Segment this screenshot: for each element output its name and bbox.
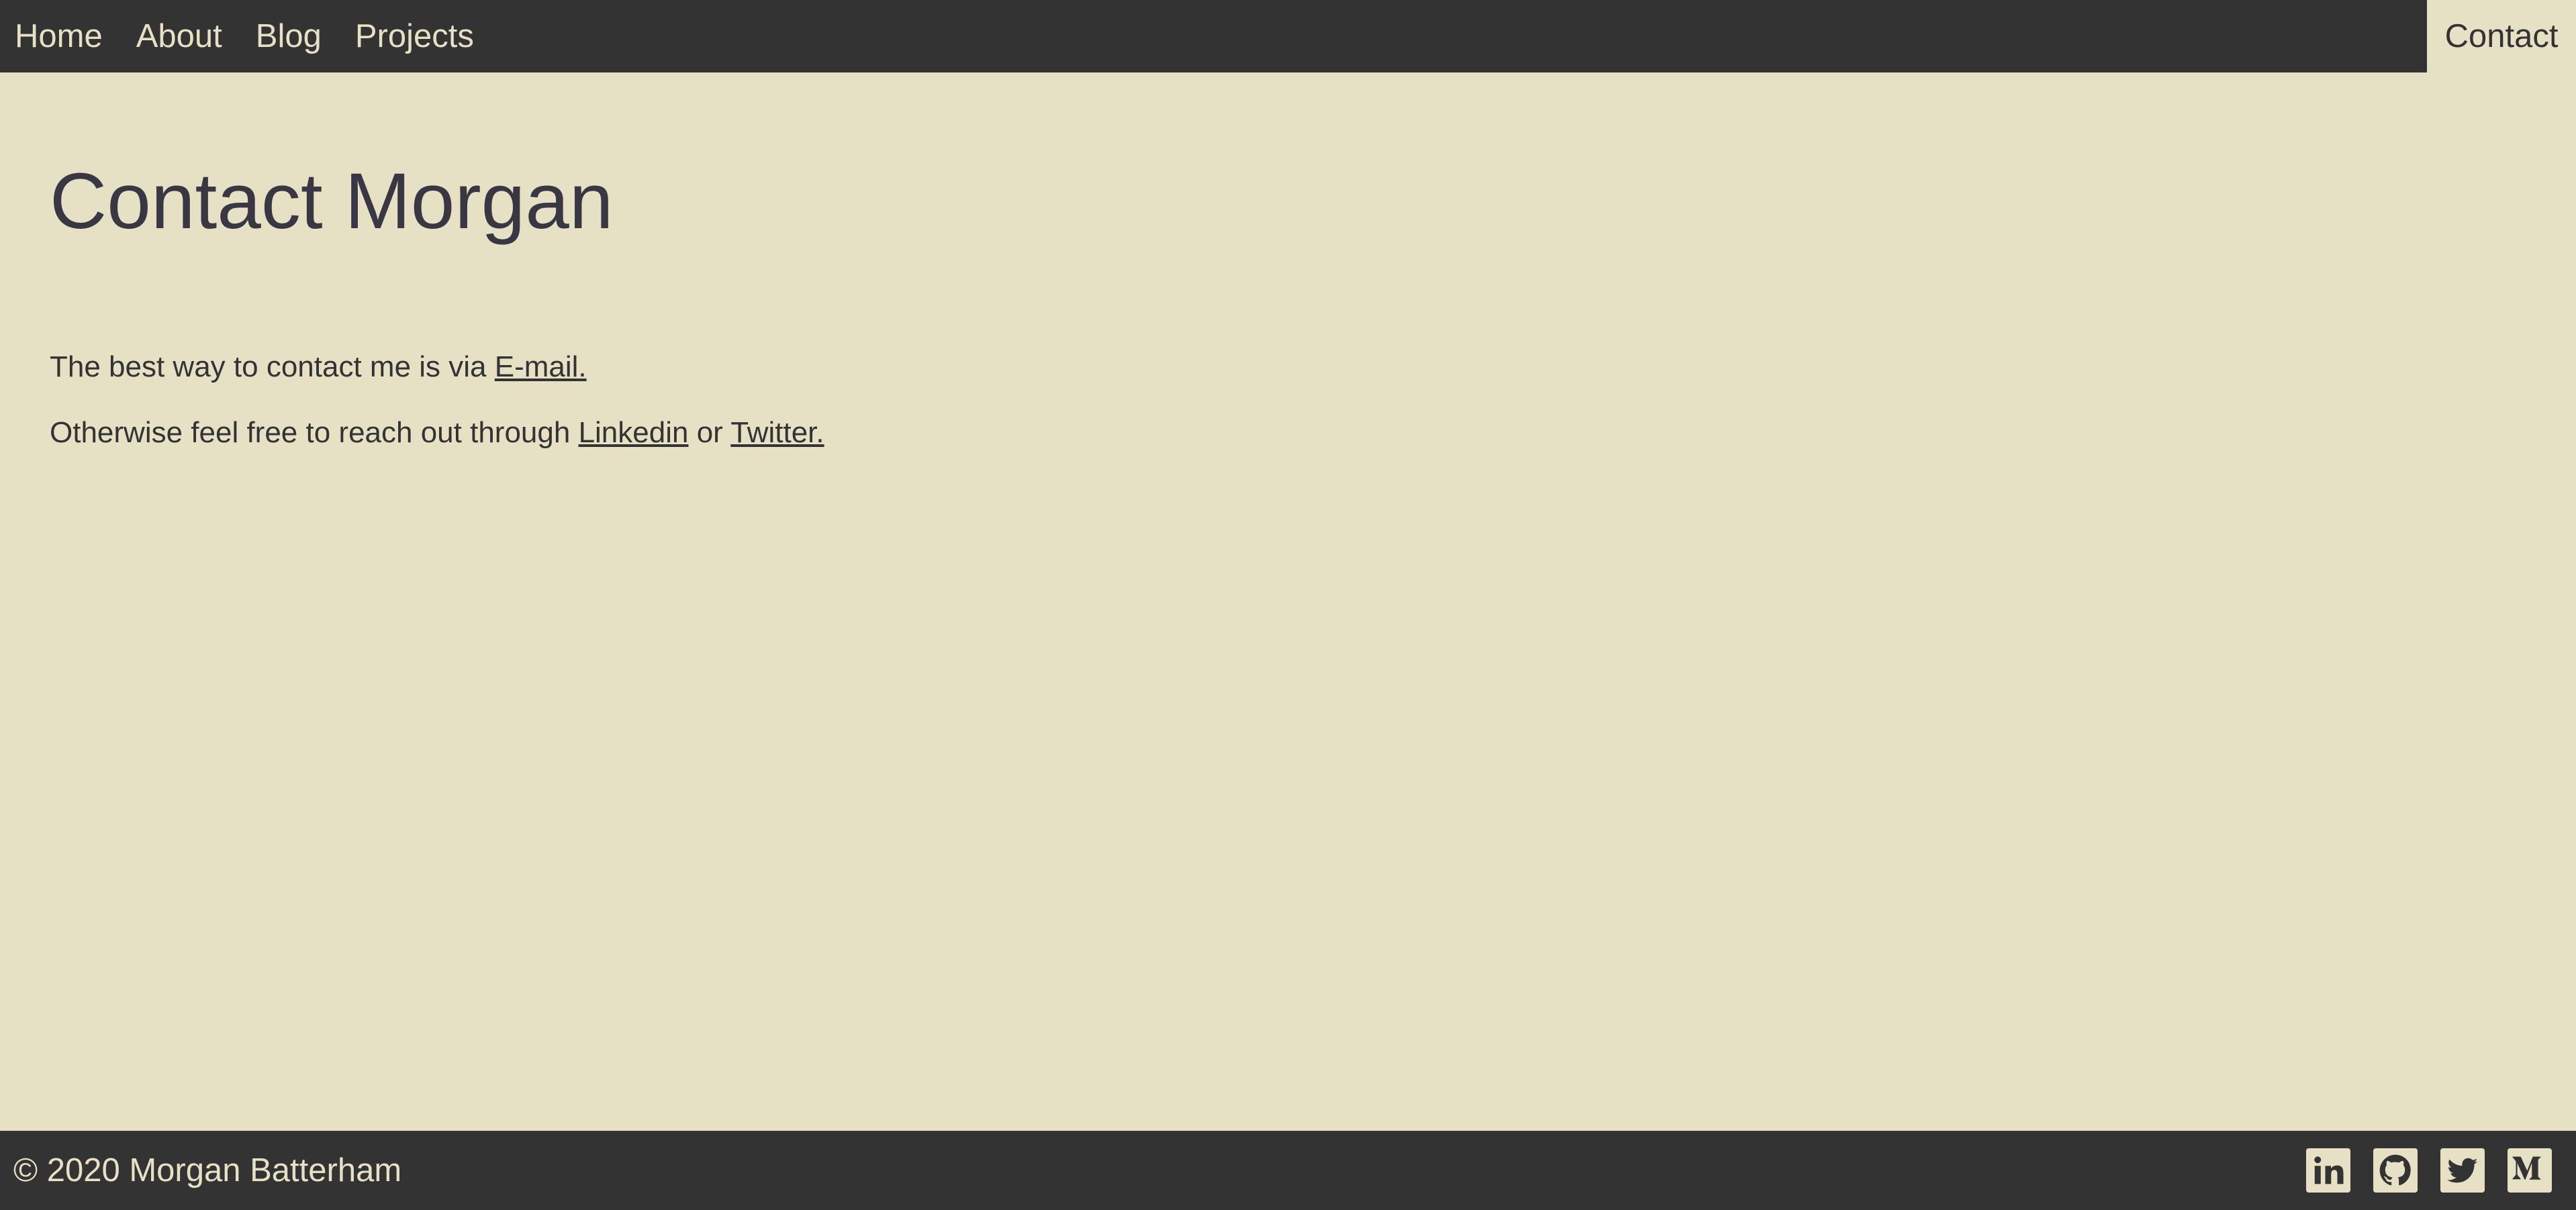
twitter-icon[interactable]	[2440, 1148, 2485, 1193]
email-link[interactable]: E-mail.	[495, 350, 587, 383]
contact-line-email: The best way to contact me is via E-mail…	[50, 350, 587, 384]
contact-line-social-text: Otherwise feel free to reach out through	[50, 416, 579, 449]
contact-line-email-text: The best way to contact me is via	[50, 350, 495, 383]
nav-blog-link[interactable]: Blog	[241, 0, 322, 72]
nav-home-link[interactable]: Home	[0, 0, 103, 72]
linkedin-icon[interactable]	[2306, 1148, 2350, 1193]
page-title: Contact Morgan	[50, 157, 614, 246]
twitter-link[interactable]: Twitter.	[730, 416, 824, 449]
github-icon[interactable]	[2373, 1148, 2418, 1193]
top-navbar: Home About Blog Projects Contact	[0, 0, 2576, 72]
linkedin-link[interactable]: Linkedin	[579, 416, 689, 449]
copyright-text: © 2020 Morgan Batterham	[13, 1152, 402, 1189]
medium-icon[interactable]	[2508, 1148, 2552, 1193]
contact-line-or-text: or	[688, 416, 731, 449]
nav-projects-link[interactable]: Projects	[340, 0, 474, 72]
nav-about-link[interactable]: About	[122, 0, 222, 72]
social-links	[2306, 1148, 2552, 1193]
contact-line-social: Otherwise feel free to reach out through…	[50, 416, 824, 450]
main-content: Contact Morgan	[50, 148, 614, 255]
page: Home About Blog Projects Contact Contact…	[0, 0, 2576, 1210]
nav-links: Home About Blog Projects	[0, 0, 493, 72]
nav-contact-link-active[interactable]: Contact	[2427, 0, 2576, 72]
footer: © 2020 Morgan Batterham	[0, 1131, 2576, 1210]
